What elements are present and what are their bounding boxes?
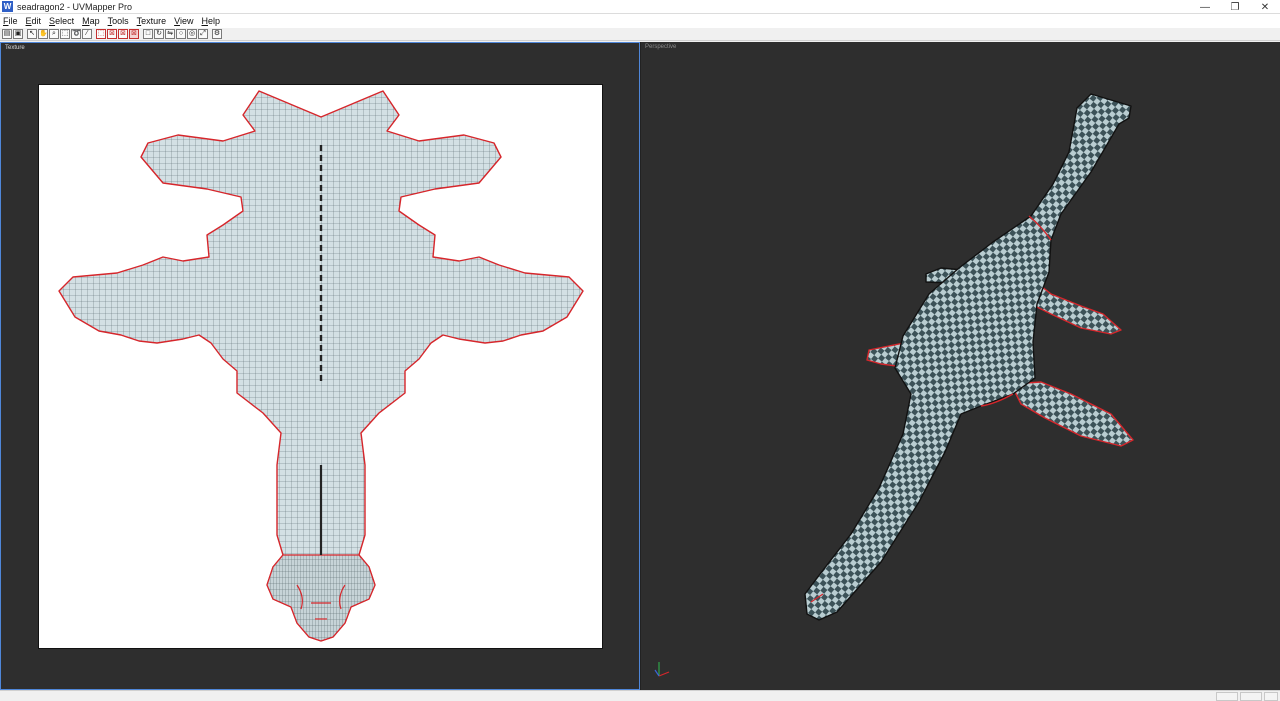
box-select-icon[interactable]: ⬚ — [60, 29, 70, 39]
menu-label: ile — [8, 16, 18, 26]
settings-icon[interactable]: ⚙ — [212, 29, 222, 39]
circle-icon[interactable]: ○ — [176, 29, 186, 39]
arrow-select-icon[interactable]: ↖ — [27, 29, 37, 39]
rotate-icon[interactable]: ↻ — [154, 29, 164, 39]
select-face-red-icon[interactable]: ⊠ — [118, 29, 128, 39]
save-icon[interactable]: ▣ — [13, 29, 23, 39]
menu-label: elect — [55, 16, 75, 26]
menu-label: iew — [179, 16, 194, 26]
maximize-icon[interactable]: ❐ — [1220, 0, 1250, 14]
uv-canvas[interactable] — [38, 84, 603, 649]
magic-wand-icon[interactable]: ⁄ — [82, 29, 92, 39]
scale-icon[interactable]: ⤢ — [198, 29, 208, 39]
workspace: Texture Perspective — [0, 42, 1280, 690]
menu-edit[interactable]: Edit — [23, 16, 45, 26]
minimize-icon[interactable]: — — [1190, 0, 1220, 14]
texture-view-label: Texture — [5, 45, 25, 51]
menu-label: exture — [141, 16, 167, 26]
open-icon[interactable]: ▤ — [2, 29, 12, 39]
sea-dragon-model[interactable] — [804, 93, 1134, 621]
menu-file[interactable]: File — [0, 16, 21, 26]
status-cell-1 — [1216, 692, 1238, 701]
status-cell-3 — [1264, 692, 1278, 701]
select-vertex-red-icon[interactable]: ⊠ — [107, 29, 117, 39]
menu-view[interactable]: View — [171, 16, 196, 26]
hand-pan-icon[interactable]: ✋ — [38, 29, 48, 39]
close-icon[interactable]: ✕ — [1250, 0, 1280, 14]
axis-gizmo-icon — [654, 662, 670, 677]
uv-island-head — [266, 554, 376, 642]
target-icon[interactable]: ◎ — [187, 29, 197, 39]
menu-select[interactable]: Select — [46, 16, 77, 26]
menu-bar: File Edit Select Map Tools Texture View … — [0, 14, 1280, 28]
menu-hotkey: M — [82, 16, 90, 26]
menu-help[interactable]: Help — [198, 16, 223, 26]
toolbar: ▤ ▣ ↖ ✋ ⌕ ⬚ ➰ ⁄ ⬚ ⊠ ⊠ ⊠ □ ↻ ⇋ ○ ◎ ⤢ ⚙ — [0, 28, 1280, 41]
flip-icon[interactable]: ⇋ — [165, 29, 175, 39]
select-group-red-icon[interactable]: ⊠ — [129, 29, 139, 39]
app-icon: W — [2, 1, 13, 12]
texture-viewport[interactable]: Texture — [0, 42, 640, 690]
square-icon[interactable]: □ — [143, 29, 153, 39]
perspective-viewport[interactable]: Perspective — [640, 42, 1280, 690]
menu-map[interactable]: Map — [79, 16, 103, 26]
window-title: seadragon2 - UVMapper Pro — [17, 1, 133, 12]
status-cell-2 — [1240, 692, 1262, 701]
menu-tools[interactable]: Tools — [105, 16, 132, 26]
menu-label: ools — [112, 16, 129, 26]
title-bar: W seadragon2 - UVMapper Pro — ❐ ✕ — [0, 0, 1280, 14]
status-bar — [0, 690, 1280, 701]
menu-label: ap — [89, 16, 100, 26]
perspective-scene[interactable] — [641, 42, 1280, 690]
lasso-select-icon[interactable]: ➰ — [71, 29, 81, 39]
menu-label: dit — [31, 16, 42, 26]
zoom-icon[interactable]: ⌕ — [49, 29, 59, 39]
menu-label: elp — [207, 16, 220, 26]
select-rect-red-icon[interactable]: ⬚ — [96, 29, 106, 39]
uv-map[interactable] — [39, 85, 602, 648]
menu-texture[interactable]: Texture — [134, 16, 170, 26]
